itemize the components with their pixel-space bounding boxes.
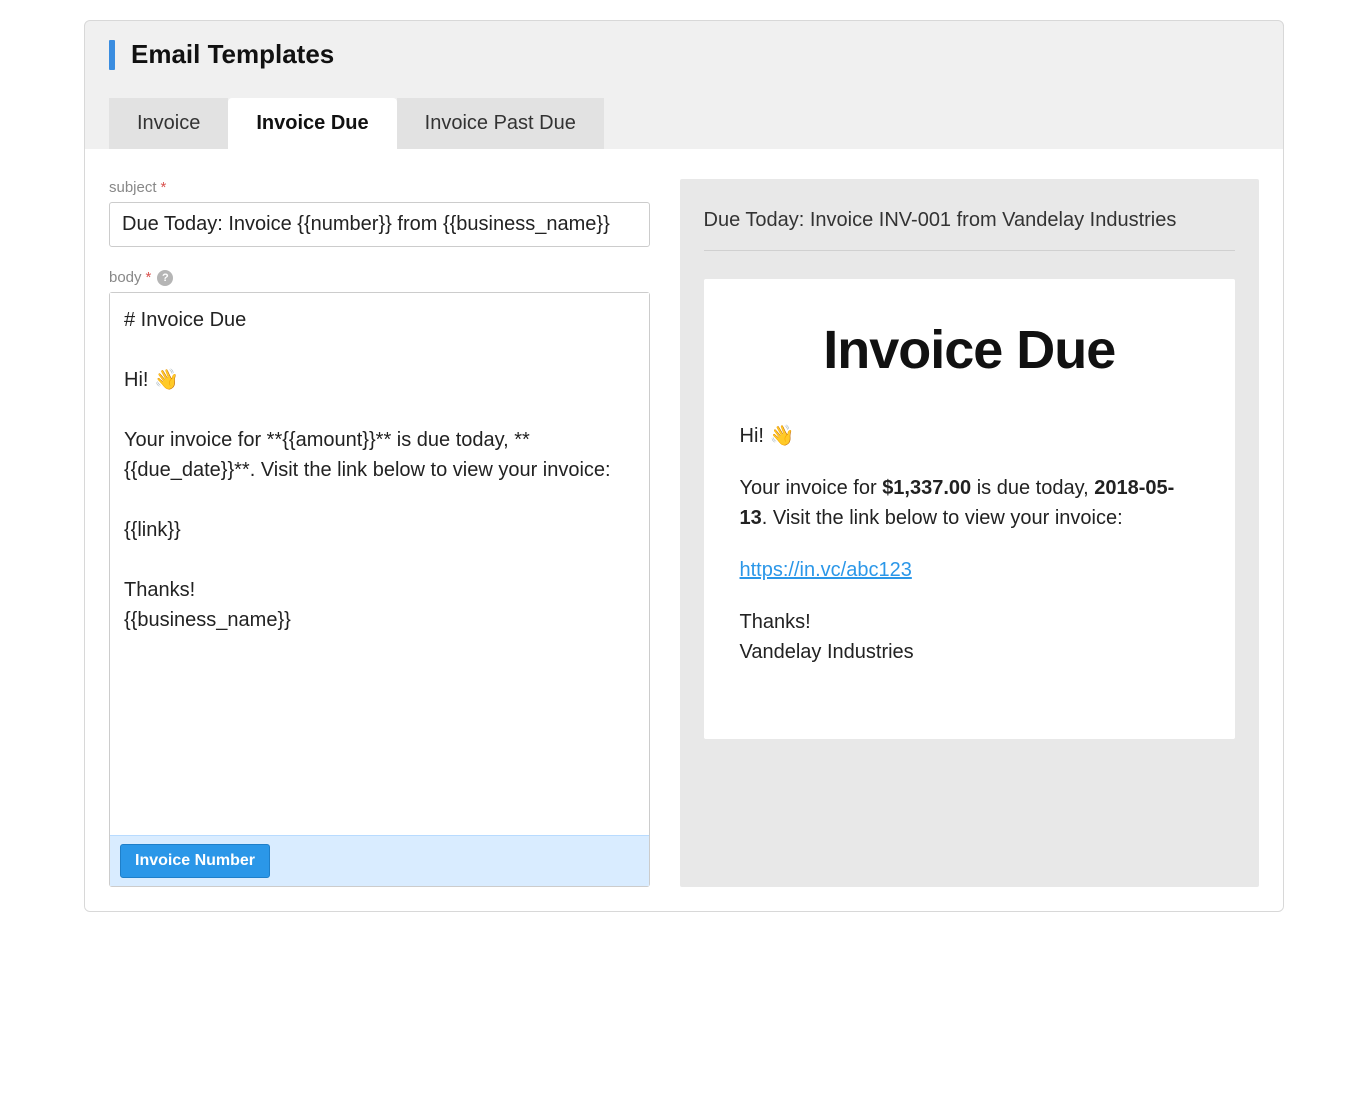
preview-line-prefix: Your invoice for	[740, 477, 883, 499]
subject-input[interactable]	[109, 202, 650, 247]
preview-column: Due Today: Invoice INV-001 from Vandelay…	[680, 179, 1260, 887]
preview-line-mid: is due today,	[971, 477, 1094, 499]
preview-main-line: Your invoice for $1,337.00 is due today,…	[740, 473, 1200, 533]
preview-card: Invoice Due Hi! 👋 Your invoice for $1,33…	[704, 279, 1236, 739]
preview-business: Vandelay Industries	[740, 641, 914, 663]
preview-thanks: Thanks!	[740, 611, 811, 633]
body-textarea[interactable]: # Invoice Due Hi! 👋 Your invoice for **{…	[110, 293, 649, 835]
preview-amount: $1,337.00	[882, 477, 971, 499]
tab-invoice[interactable]: Invoice	[109, 98, 228, 149]
body-editor: # Invoice Due Hi! 👋 Your invoice for **{…	[109, 292, 650, 887]
preview-greeting: Hi! 👋	[740, 421, 1200, 451]
body-label: body	[109, 269, 142, 286]
preview-body: Hi! 👋 Your invoice for $1,337.00 is due …	[740, 421, 1200, 667]
content-area: subject* body* ? # Invoice Due Hi! 👋 You…	[85, 149, 1283, 911]
required-mark: *	[161, 179, 167, 196]
tab-invoice-past-due[interactable]: Invoice Past Due	[397, 98, 604, 149]
insert-invoice-number-button[interactable]: Invoice Number	[120, 844, 270, 878]
body-toolbar: Invoice Number	[110, 835, 649, 886]
editor-column: subject* body* ? # Invoice Due Hi! 👋 You…	[109, 179, 650, 887]
tabs: Invoice Invoice Due Invoice Past Due	[109, 98, 1259, 149]
preview-link[interactable]: https://in.vc/abc123	[740, 559, 912, 581]
preview-signoff: Thanks! Vandelay Industries	[740, 607, 1200, 667]
panel-header: Email Templates	[85, 21, 1283, 70]
preview-link-row: https://in.vc/abc123	[740, 555, 1200, 585]
subject-label: subject	[109, 179, 157, 196]
subject-label-row: subject*	[109, 179, 650, 196]
preview-subject: Due Today: Invoice INV-001 from Vandelay…	[704, 209, 1236, 251]
page-title: Email Templates	[131, 39, 334, 70]
required-mark: *	[146, 269, 152, 286]
preview-line-suffix: . Visit the link below to view your invo…	[762, 507, 1123, 529]
accent-bar	[109, 40, 115, 70]
body-label-row: body* ?	[109, 269, 650, 286]
preview-heading: Invoice Due	[740, 319, 1200, 381]
tab-invoice-due[interactable]: Invoice Due	[228, 98, 396, 149]
help-icon[interactable]: ?	[157, 270, 173, 286]
email-templates-panel: Email Templates Invoice Invoice Due Invo…	[84, 20, 1284, 912]
